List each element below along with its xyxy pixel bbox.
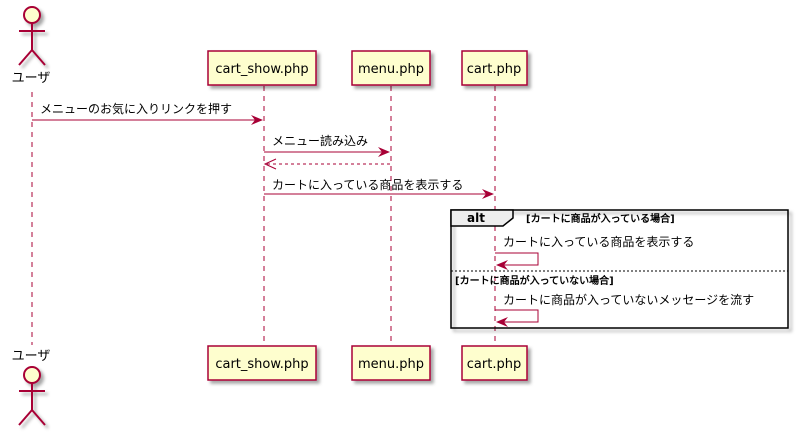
actor-user-top-label: ユーザ xyxy=(12,71,51,86)
actor-head xyxy=(23,366,41,384)
actor-user-bottom-label: ユーザ xyxy=(12,349,51,364)
message-6-self: カートに商品が入っていないメッセージを流す xyxy=(495,292,754,327)
message-4-label: カートに入っている商品を表示する xyxy=(272,177,463,192)
message-5-self: カートに入っている商品を表示する xyxy=(495,234,694,270)
participant-cart-show-bottom-label: cart_show.php xyxy=(215,357,308,372)
participant-cart-show-top-label: cart_show.php xyxy=(215,62,308,77)
message-2: メニュー読み込み xyxy=(264,133,390,157)
participant-menu-top-label: menu.php xyxy=(358,62,424,77)
sequence-diagram: ユーザ cart_show.php menu.php cart.php メニュー… xyxy=(12,6,789,426)
participant-menu-bottom-label: menu.php xyxy=(358,357,424,372)
participant-cart-bottom-label: cart.php xyxy=(467,357,521,372)
alt-guard-2: [カートに商品が入っていない場合] xyxy=(455,274,614,287)
message-4: カートに入っている商品を表示する xyxy=(264,177,494,199)
message-1-label: メニューのお気に入りリンクを押す xyxy=(40,101,232,116)
message-2-label: メニュー読み込み xyxy=(272,133,368,148)
lifelines xyxy=(31,86,496,345)
actor-user-bottom xyxy=(18,366,46,426)
actor-head xyxy=(23,6,41,24)
message-6-label: カートに商品が入っていないメッセージを流す xyxy=(503,292,754,307)
message-3-return xyxy=(263,158,391,170)
participant-cart-top-label: cart.php xyxy=(467,62,521,77)
message-5-label: カートに入っている商品を表示する xyxy=(503,234,694,249)
alt-keyword: alt xyxy=(467,211,485,225)
message-1: メニューのお気に入りリンクを押す xyxy=(32,101,263,125)
actor-user-top xyxy=(18,6,46,66)
alt-guard-1: [カートに商品が入っている場合] xyxy=(526,212,675,225)
